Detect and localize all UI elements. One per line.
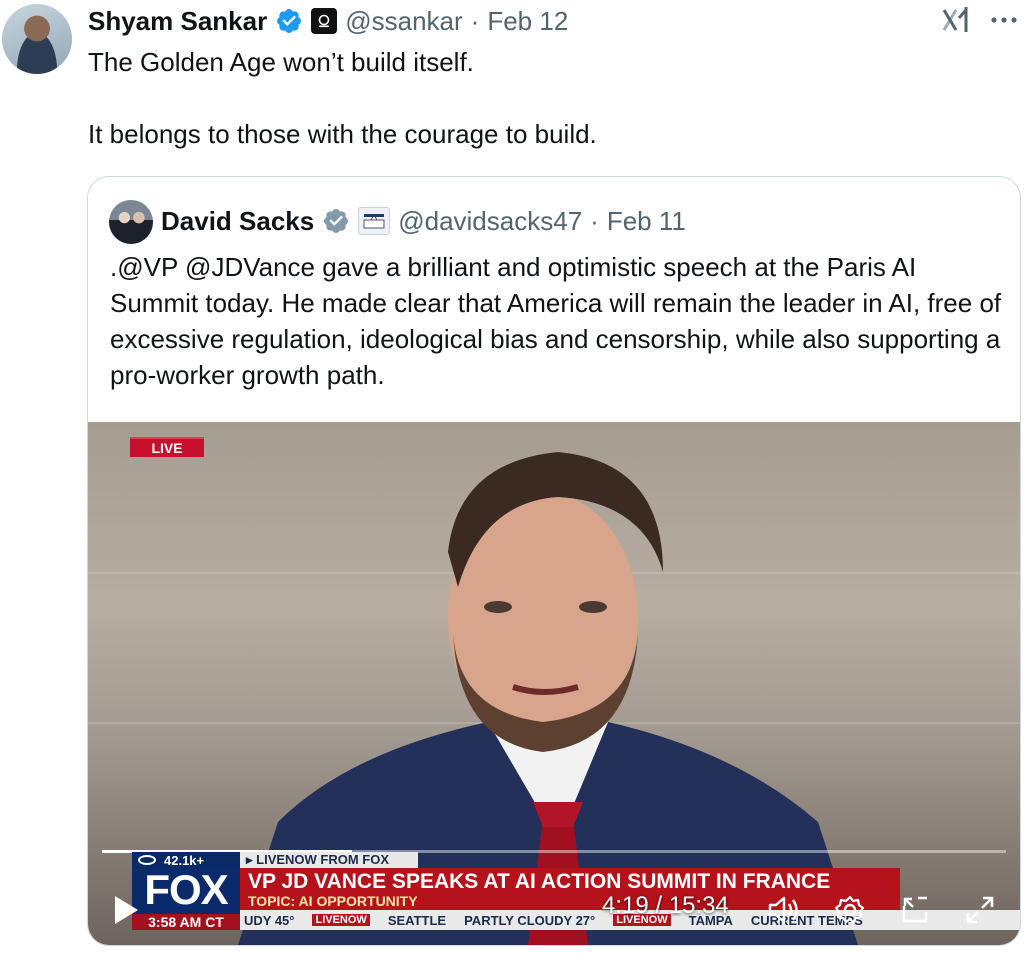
- tweet-text-line-1: The Golden Age won’t build itself.: [88, 47, 474, 77]
- ticker-tag: LIVENOW: [312, 914, 370, 926]
- dock-icon[interactable]: [896, 890, 936, 930]
- white-house-icon[interactable]: [358, 207, 391, 235]
- live-badge: LIVE: [130, 437, 204, 457]
- quoted-date[interactable]: Feb 11: [607, 206, 686, 237]
- gray-verified-icon: [324, 209, 349, 233]
- play-icon[interactable]: [112, 894, 140, 926]
- volume-icon[interactable]: [764, 890, 804, 930]
- tweet-text-line-2: It belongs to those with the courage to …: [88, 119, 597, 149]
- tweet-date[interactable]: Feb 12: [487, 6, 568, 37]
- separator: ·: [470, 5, 480, 36]
- avatar[interactable]: [2, 4, 72, 74]
- network-logo: FOX 3:58 AM CT: [132, 866, 240, 930]
- author-name[interactable]: Shyam Sankar: [88, 6, 267, 37]
- grok-icon[interactable]: [940, 4, 972, 36]
- time-display: 4:19 / 15:34: [602, 892, 729, 919]
- fox-logo-text: FOX: [144, 866, 228, 913]
- tweet-header: Shyam Sankar @ssankar · Feb 12: [88, 4, 568, 38]
- quoted-header: David Sacks @davidsacks47 · Feb 11: [161, 201, 686, 241]
- affiliation-icon[interactable]: [311, 8, 338, 34]
- quoted-author-name[interactable]: David Sacks: [161, 206, 314, 237]
- headline-text: VP JD VANCE SPEAKS AT AI ACTION SUMMIT I…: [248, 870, 831, 893]
- tweet-text: The Golden Age won’t build itself. It be…: [88, 44, 988, 152]
- ticker-item: PARTLY CLOUDY 27°: [464, 912, 596, 928]
- more-icon[interactable]: [988, 4, 1020, 36]
- broadcast-clock: 3:58 AM CT: [132, 914, 240, 930]
- settings-icon[interactable]: [830, 890, 870, 930]
- video-player[interactable]: LIVE 42.1k+ ▸ LIVENOW FROM FOX FOX 3:58 …: [88, 422, 1020, 945]
- ticker-item: UDY 45°: [244, 912, 295, 928]
- quoted-text: .@VP @JDVance gave a brilliant and optim…: [110, 252, 1002, 390]
- author-handle[interactable]: @ssankar: [345, 6, 462, 37]
- topic-text: TOPIC: AI OPPORTUNITY: [248, 893, 418, 909]
- source-label: ▸ LIVENOW FROM FOX: [240, 852, 418, 868]
- quoted-handle[interactable]: @davidsacks47: [398, 206, 582, 237]
- fullscreen-icon[interactable]: [960, 890, 1000, 930]
- separator: ·: [590, 205, 599, 236]
- eye-icon: [138, 855, 156, 865]
- quoted-avatar[interactable]: [109, 200, 153, 244]
- verified-icon: [277, 9, 302, 33]
- ticker-item: SEATTLE: [387, 912, 447, 928]
- quoted-tweet[interactable]: David Sacks @davidsacks47 · Feb 11 .@VP …: [87, 176, 1021, 946]
